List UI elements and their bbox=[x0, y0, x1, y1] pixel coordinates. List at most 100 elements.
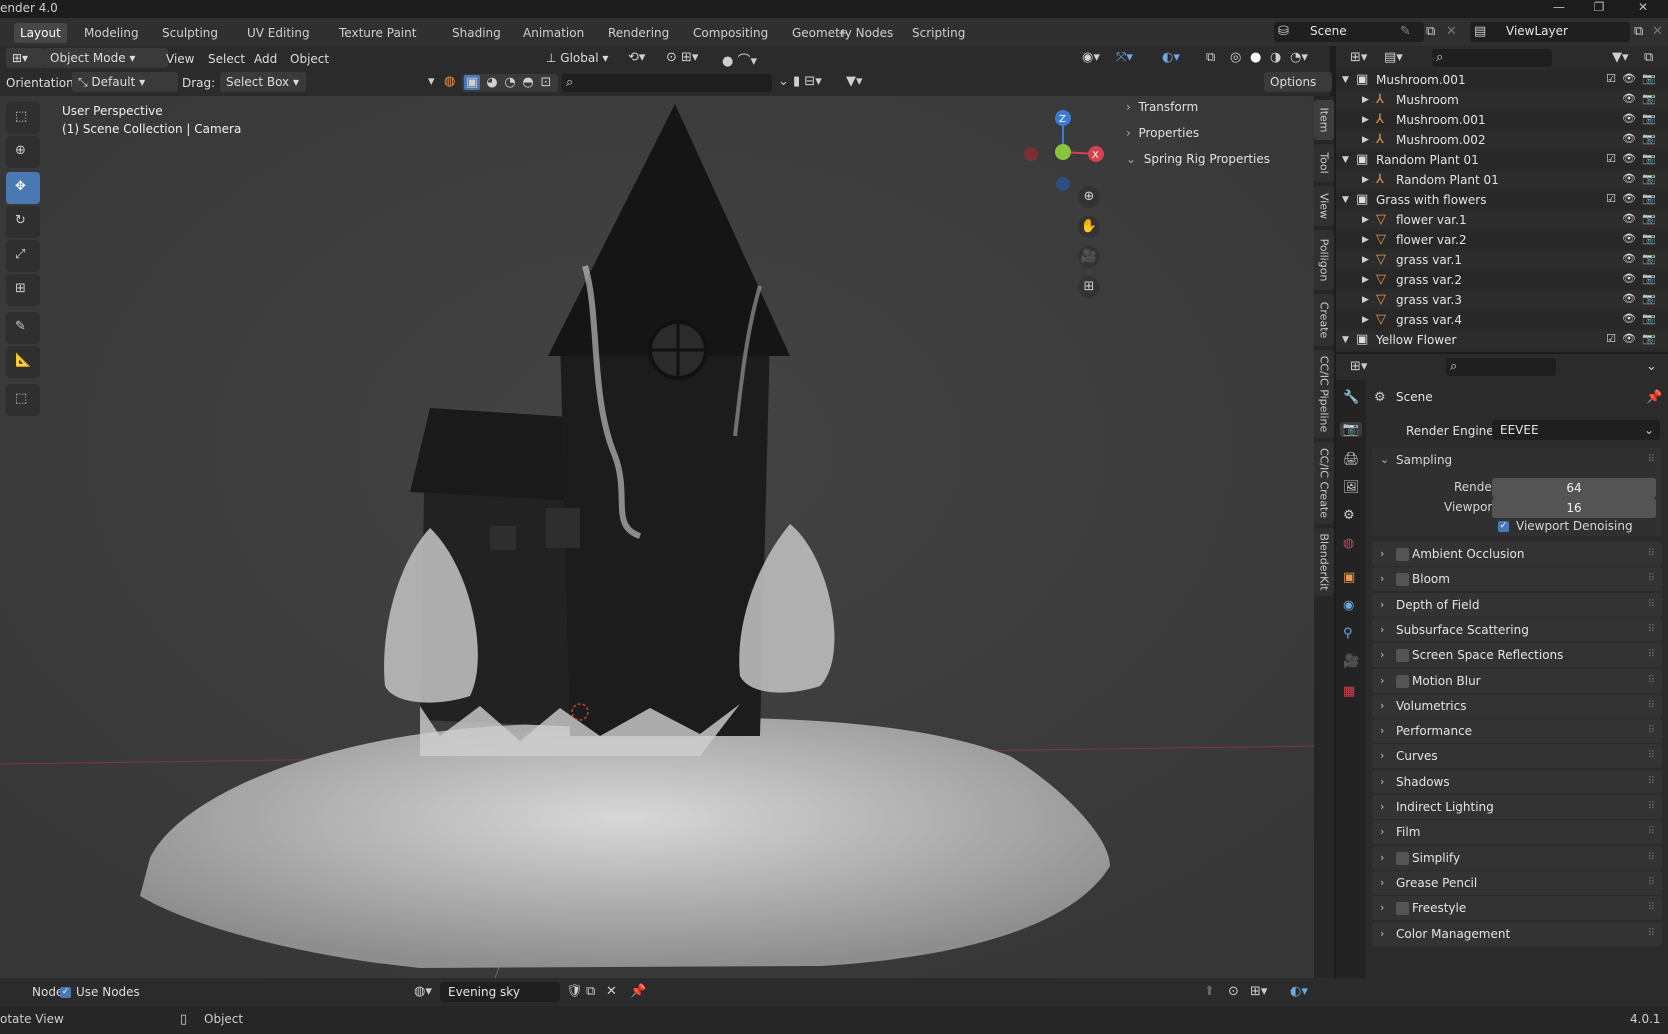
panel-enable-checkbox[interactable] bbox=[1396, 649, 1409, 663]
outliner-item[interactable]: ▶ ⅄ Random Plant 01 👁 📷 bbox=[1336, 170, 1668, 190]
panel-subsurface-scattering[interactable]: › Subsurface Scattering ⠿ bbox=[1372, 617, 1662, 642]
tab-tool[interactable]: Tool bbox=[1314, 144, 1334, 182]
panel-freestyle[interactable]: › Freestyle ⠿ bbox=[1372, 896, 1662, 921]
fake-user-icon[interactable]: 🛡 bbox=[566, 984, 583, 999]
annotate-tool[interactable]: ✎ bbox=[6, 312, 40, 344]
panel-bloom[interactable]: › Bloom ⠿ bbox=[1372, 567, 1662, 592]
pin-icon[interactable]: ✎ bbox=[1400, 24, 1411, 39]
rendered-shading-icon[interactable]: ◔▾ bbox=[1290, 50, 1308, 65]
properties-editor-icon[interactable]: ⊞▾ bbox=[1350, 359, 1367, 374]
outliner-item[interactable]: ▼ ▣ Mushroom.001 ☑ 👁 📷 bbox=[1336, 70, 1668, 90]
scale-tool[interactable]: ⤢ bbox=[6, 240, 40, 272]
outliner-item[interactable]: ▶ ▽ flower var.2 👁 📷 bbox=[1336, 230, 1668, 250]
tab-view[interactable]: View bbox=[1314, 186, 1334, 226]
minimize-icon[interactable]: — bbox=[1546, 0, 1572, 18]
properties-options-icon[interactable]: ⌄ bbox=[1646, 359, 1657, 374]
eye-icon[interactable]: 👁 bbox=[1622, 192, 1636, 206]
outliner-item[interactable]: ▶ ⅄ Mushroom.001 👁 📷 bbox=[1336, 110, 1668, 130]
close-icon[interactable]: ✕ bbox=[1630, 0, 1656, 18]
eye-icon[interactable]: 👁 bbox=[1622, 312, 1636, 326]
render-visibility-icon[interactable]: 📷 bbox=[1642, 92, 1656, 106]
outliner-item[interactable]: ▼ ▣ Grass with flowers ☑ 👁 📷 bbox=[1336, 190, 1668, 210]
funnel-icon[interactable]: ▼▾ bbox=[846, 74, 863, 89]
select-box-tool[interactable]: ⬚ bbox=[6, 102, 40, 134]
scene-selector[interactable]: ⛁ Scene ✎ bbox=[1274, 22, 1424, 42]
object-tab-icon[interactable]: ▣ bbox=[1343, 570, 1355, 585]
sampling-panel-header[interactable]: ⌄ Sampling ⠿ bbox=[1372, 448, 1662, 472]
tool-tab-icon[interactable]: 🔧 bbox=[1343, 390, 1359, 405]
drag-grip-icon[interactable]: ⠿ bbox=[1648, 643, 1655, 667]
snap-icon[interactable]: ⊙ ⊞▾ bbox=[666, 50, 698, 65]
view-layer-selector[interactable]: ▤ ViewLayer bbox=[1470, 22, 1630, 42]
render-visibility-icon[interactable]: 📷 bbox=[1642, 312, 1656, 326]
drag-grip-icon[interactable]: ⠿ bbox=[1648, 846, 1655, 870]
parent-node-icon[interactable]: ⬆ bbox=[1204, 984, 1215, 999]
outliner-item[interactable]: ▶ ▽ grass var.1 👁 📷 bbox=[1336, 250, 1668, 270]
new-scene-icon[interactable]: ⧉ bbox=[1426, 24, 1435, 39]
panel-enable-checkbox[interactable] bbox=[1396, 851, 1409, 865]
outliner-item[interactable]: ▶▽Yellow Flower👁📷 bbox=[1336, 350, 1668, 352]
drag-grip-icon[interactable]: ⠿ bbox=[1648, 795, 1655, 819]
tab-create[interactable]: Create bbox=[1314, 294, 1334, 346]
panel-grease-pencil[interactable]: › Grease Pencil ⠿ bbox=[1372, 870, 1662, 895]
render-visibility-icon[interactable]: 📷 bbox=[1642, 332, 1656, 346]
zoom-icon[interactable]: ⊕ bbox=[1078, 186, 1100, 208]
panel-screen-space-reflections[interactable]: › Screen Space Reflections ⠿ bbox=[1372, 643, 1662, 668]
workspace-tab-sculpting[interactable]: Sculpting bbox=[156, 23, 224, 43]
tab-polligon[interactable]: Polligon bbox=[1314, 230, 1334, 290]
mode-dropdown[interactable]: Object Mode ▾ bbox=[44, 48, 168, 68]
editor-type-button[interactable]: ⊞▾ bbox=[6, 48, 44, 68]
overlay-icon[interactable]: ◐▾ bbox=[1162, 50, 1180, 65]
select-intersect-icon[interactable]: ⊡ bbox=[538, 75, 554, 90]
workspace-tab-shading[interactable]: Shading bbox=[446, 23, 507, 43]
outliner-item[interactable]: ▼ ▣ Random Plant 01 ☑ 👁 📷 bbox=[1336, 150, 1668, 170]
rotate-tool[interactable]: ↻ bbox=[6, 206, 40, 238]
options-dropdown[interactable]: Options ▾ bbox=[1264, 72, 1332, 109]
new-view-layer-icon[interactable]: ⧉ bbox=[1634, 24, 1643, 39]
eye-icon[interactable]: 👁 bbox=[1622, 212, 1636, 226]
proportional-edit-icon[interactable]: ● ⌒▾ bbox=[722, 50, 757, 69]
panel-enable-checkbox[interactable] bbox=[1396, 902, 1409, 916]
delete-scene-icon[interactable]: ✕ bbox=[1446, 24, 1457, 39]
menu-select[interactable]: Select bbox=[208, 49, 245, 69]
expand-toggle-icon[interactable]: ▶ bbox=[1362, 230, 1369, 250]
navigation-gizmo[interactable]: Z X bbox=[1018, 104, 1108, 194]
outliner-item[interactable]: ▶ ▽ grass var.4 👁 📷 bbox=[1336, 310, 1668, 330]
3d-viewport[interactable]: User Perspective (1) Scene Collection | … bbox=[0, 96, 1318, 978]
drag-grip-icon[interactable]: ⠿ bbox=[1648, 593, 1655, 617]
workspace-tab-modeling[interactable]: Modeling bbox=[78, 23, 145, 43]
texture-tab-icon[interactable]: ▦ bbox=[1343, 684, 1355, 699]
add-cube-tool[interactable]: ⬚ bbox=[6, 384, 40, 416]
expand-toggle-icon[interactable]: ▶ bbox=[1362, 130, 1369, 150]
measure-tool[interactable]: 📐 bbox=[6, 346, 40, 378]
cursor-tool[interactable]: ⊕ bbox=[6, 136, 40, 168]
eye-icon[interactable]: 👁 bbox=[1622, 272, 1636, 286]
outliner-item[interactable]: ▶ ▽ grass var.2 👁 📷 bbox=[1336, 270, 1668, 290]
select-subtract-icon[interactable]: ◔ bbox=[502, 75, 518, 90]
material-shading-icon[interactable]: ◑ bbox=[1270, 50, 1281, 65]
solid-shading-icon[interactable]: ● bbox=[1250, 50, 1261, 65]
render-tab-icon[interactable]: 📷 bbox=[1340, 422, 1362, 437]
collapse-icon[interactable]: ▾ bbox=[428, 74, 435, 89]
panel-color-management[interactable]: › Color Management ⠿ bbox=[1372, 921, 1662, 946]
outliner-item[interactable]: ▶ ⅄ Mushroom.002 👁 📷 bbox=[1336, 130, 1668, 150]
panel-depth-of-field[interactable]: › Depth of Field ⠿ bbox=[1372, 592, 1662, 617]
scene-tab-icon[interactable]: ⚙ bbox=[1343, 508, 1355, 523]
panel-indirect-lighting[interactable]: › Indirect Lighting ⠿ bbox=[1372, 795, 1662, 819]
sampling-viewport-field[interactable]: 16 bbox=[1492, 498, 1656, 518]
tab-blenderkit[interactable]: BlenderKit bbox=[1314, 528, 1334, 596]
expand-toggle-icon[interactable]: ▶ bbox=[1362, 270, 1369, 290]
render-visibility-icon[interactable]: 📷 bbox=[1642, 292, 1656, 306]
outliner-filter-icon[interactable]: ▼▾ bbox=[1612, 50, 1629, 65]
select-extend-icon[interactable]: ◕ bbox=[484, 75, 500, 90]
color-wheel-icon[interactable]: ◍ bbox=[444, 74, 455, 89]
workspace-tab-scripting[interactable]: Scripting bbox=[906, 23, 971, 43]
exclude-checkbox[interactable]: ☑ bbox=[1604, 332, 1618, 346]
output-tab-icon[interactable]: 🖨 bbox=[1343, 452, 1360, 467]
render-visibility-icon[interactable]: 📷 bbox=[1642, 212, 1656, 226]
drag-grip-icon[interactable]: ⠿ bbox=[1648, 719, 1655, 743]
render-visibility-icon[interactable]: 📷 bbox=[1642, 172, 1656, 186]
render-visibility-icon[interactable]: 📷 bbox=[1642, 152, 1656, 166]
panel-enable-checkbox[interactable] bbox=[1396, 674, 1409, 688]
workspace-tab-animation[interactable]: Animation bbox=[517, 23, 590, 43]
